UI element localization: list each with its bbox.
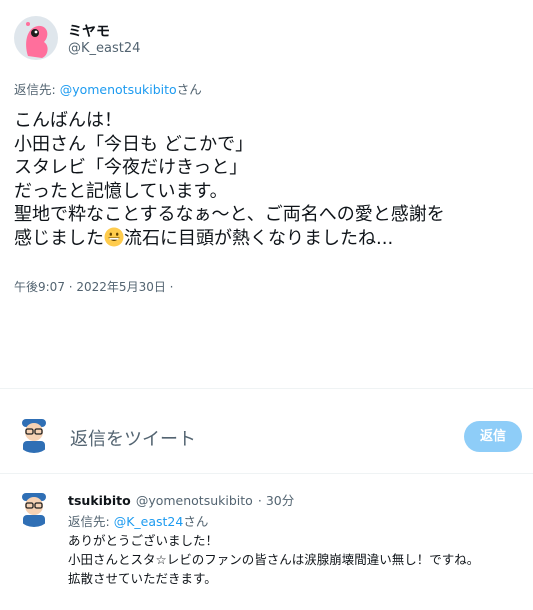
tweet-line-last: 感じました 流石に目頭が熱くなりましたね... [14, 227, 445, 251]
reply-to-prefix: 返信先: [14, 82, 60, 97]
author-name[interactable]: ミヤモ [68, 21, 110, 41]
tweet-text-segment: 流石に目頭が熱くなりましたね... [124, 227, 394, 249]
reply-header: tsukibito @yomenotsukibito · 30分 [68, 490, 294, 509]
reply-input[interactable]: 返信をツイート [70, 425, 196, 451]
reply-text: ありがとうございました！ 小田さんとスタ☆レビのファンの皆さんは涙腺崩壊間違い無… [68, 531, 479, 588]
reply-to-mention[interactable]: @K_east24 [114, 514, 184, 529]
reply-author-handle[interactable]: @yomenotsukibito [136, 493, 253, 508]
grinning-face-emoji-icon [104, 227, 124, 247]
divider [0, 473, 533, 474]
reply-to-suffix: さん [183, 514, 209, 529]
composer-avatar [14, 413, 54, 453]
reply-reply-to-line: 返信先: @K_east24さん [68, 511, 208, 530]
reply-to-prefix: 返信先: [68, 514, 114, 529]
reply-line: 拡散させていただきます。 [68, 571, 217, 586]
reply-to-suffix: さん [176, 82, 202, 97]
tweet-text-segment: 感じました [14, 227, 104, 249]
reply-line: ありがとうございました！ [68, 533, 219, 548]
tweet-timestamp[interactable]: 午後9:07 · 2022年5月30日 · [14, 278, 173, 295]
tweet-line: こんばんは！ [14, 110, 122, 131]
tweet-text: こんばんは！ 小田さん「今日も どこかで」 スタレビ「今夜だけきっと」 だったと… [14, 109, 445, 250]
reply-author-name[interactable]: tsukibito [68, 493, 131, 508]
tweet-line: 小田さん「今日も どこかで」 [14, 133, 254, 155]
author-handle[interactable]: @K_east24 [68, 41, 140, 56]
divider [0, 388, 533, 389]
author-avatar[interactable] [14, 16, 58, 60]
reply-button[interactable]: 返信 [464, 421, 522, 452]
tweet-line: だったと記憶しています。 [14, 180, 228, 202]
tweet-line: スタレビ「今夜だけきっと」 [14, 157, 248, 178]
reply-time[interactable]: · 30分 [258, 493, 294, 508]
reply-line: 小田さんとスタ☆レビのファンの皆さんは涙腺崩壊間違い無し！ですね。 [68, 552, 480, 567]
tweet-line: 聖地で粋なことするなぁ〜と、ご両名への愛と感謝を [14, 204, 445, 225]
reply-to-mention[interactable]: @yomenotsukibito [60, 82, 177, 97]
reply-to-line: 返信先: @yomenotsukibitoさん [14, 79, 202, 98]
reply-author-avatar[interactable] [14, 487, 54, 527]
